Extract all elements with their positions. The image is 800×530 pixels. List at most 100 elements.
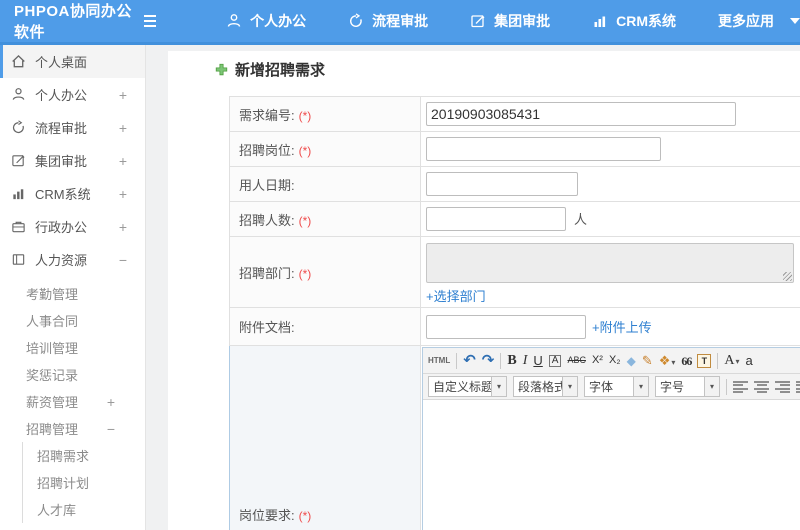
attachment-upload-link[interactable]: +附件上传 [592, 320, 652, 335]
align-right-icon[interactable] [775, 380, 790, 393]
font-style-button[interactable]: A [548, 354, 562, 367]
sidebar-item-admin-office[interactable]: 行政办公 + [0, 210, 145, 243]
format-brush-icon[interactable]: ✎ [642, 354, 653, 367]
sidebar-item-attendance-mgmt[interactable]: 考勤管理 [0, 280, 145, 307]
align-left-icon[interactable] [733, 380, 748, 393]
sidebar-item-training-mgmt[interactable]: 培训管理 [0, 334, 145, 361]
recruit-position-input[interactable] [426, 137, 661, 161]
caret-down-icon: ▾ [735, 356, 740, 366]
sidebar-item-reward-punishment[interactable]: 奖惩记录 [0, 361, 145, 388]
sidebar-item-recruit-demand[interactable]: 招聘需求 [23, 442, 145, 469]
sidebar-item-personal-desktop[interactable]: 个人桌面 [0, 45, 145, 78]
sidebar-item-recruit-mgmt[interactable]: 招聘管理 − [0, 415, 145, 442]
editor-toolbar-row2: 自定义标题 ▾ 段落格式 ▾ 字体 ▾ 字号 ▾ [423, 374, 800, 400]
edit-icon [471, 15, 485, 28]
sidebar-item-label: 薪资管理 [26, 395, 79, 410]
attachment-input[interactable] [426, 314, 586, 339]
bold-button[interactable]: B [507, 353, 516, 368]
blockquote-button[interactable]: 66 [681, 355, 692, 367]
table-row: 招聘部门: (*) +选择部门 [229, 236, 800, 308]
expand-plus-icon[interactable]: + [119, 219, 127, 235]
custom-heading-select[interactable]: 自定义标题 ▾ [428, 376, 507, 397]
table-row: 招聘人数: (*) 人 [229, 201, 800, 237]
department-textarea[interactable] [426, 243, 794, 283]
font-color-button[interactable]: A▾ [724, 353, 740, 368]
paragraph-format-select[interactable]: 段落格式 ▾ [513, 376, 578, 397]
nav-workflow-approval[interactable]: 流程审批 [348, 11, 428, 31]
sidebar-item-label: CRM系统 [35, 187, 91, 202]
toolbar-separator [500, 352, 502, 369]
bar-chart-icon [594, 16, 606, 27]
nav-label: 个人办公 [250, 13, 307, 29]
subscript-button[interactable]: X₂ [609, 355, 621, 366]
sidebar-item-personal-office[interactable]: 个人办公 + [0, 78, 145, 111]
sidebar-item-human-resources[interactable]: 人力资源 − [0, 243, 145, 276]
expand-plus-icon[interactable]: + [119, 153, 127, 169]
user-icon [227, 14, 241, 27]
nav-personal-office[interactable]: 个人办公 [226, 11, 306, 31]
redo-icon[interactable]: ↷ [482, 353, 495, 368]
sidebar-item-label: 个人办公 [35, 88, 88, 103]
select-value: 自定义标题 [433, 380, 491, 394]
paste-icon[interactable]: T [697, 353, 712, 368]
nav-group-approval[interactable]: 集团审批 [470, 11, 550, 31]
select-value: 字体 [589, 380, 614, 394]
nav-label: 更多应用 [718, 13, 774, 29]
palette-glyph: ❖ [658, 353, 671, 368]
recruit-count-input[interactable] [426, 207, 566, 231]
underline-button[interactable]: U [533, 354, 542, 367]
hamburger-menu-icon[interactable] [144, 15, 157, 27]
bg-color-button[interactable]: a [746, 354, 753, 367]
select-department-link[interactable]: +选择部门 [426, 286, 486, 305]
required-mark: (*) [298, 508, 312, 523]
resize-grip-icon[interactable] [783, 272, 792, 281]
collapse-minus-icon[interactable]: − [119, 252, 127, 268]
demand-number-input[interactable] [426, 102, 736, 126]
sidebar-item-workflow-approval[interactable]: 流程审批 + [0, 111, 145, 144]
workflow-icon [350, 13, 362, 27]
nav-crm-system[interactable]: CRM系统 [592, 11, 676, 31]
select-value: 字号 [660, 380, 685, 394]
sidebar-item-salary-mgmt[interactable]: 薪资管理 + [0, 388, 145, 415]
superscript-button[interactable]: X² [592, 355, 603, 366]
collapse-minus-icon[interactable]: − [107, 421, 115, 437]
employ-date-input[interactable] [426, 172, 578, 196]
italic-button[interactable]: I [523, 353, 528, 368]
top-bar: PHPOA协同办公软件 个人办公 流程审批 集团审批 CRM系统 更多应用 [0, 0, 800, 45]
caret-down-icon[interactable] [790, 18, 800, 24]
align-justify-icon[interactable] [796, 380, 800, 393]
eraser-icon[interactable]: ◆ [627, 355, 636, 367]
font-size-select[interactable]: 字号 ▾ [655, 376, 720, 397]
top-nav: 个人办公 流程审批 集团审批 CRM系统 更多应用 [192, 11, 800, 31]
field-label: 岗位要求: [239, 507, 295, 523]
undo-icon[interactable]: ↶ [463, 353, 476, 368]
table-row: 岗位要求: (*) HTML ↶ ↷ B I U A ABC X² X₂ ◆ ✎… [229, 345, 800, 530]
sidebar-item-group-approval[interactable]: 集团审批 + [0, 144, 145, 177]
content-card: 新增招聘需求 需求编号:(*) 招聘岗位:(*) 用人日期: 招聘人数:(*) … [168, 51, 800, 530]
required-mark: (*) [298, 108, 312, 123]
app-logo: PHPOA协同办公软件 [14, 3, 132, 41]
font-family-select[interactable]: 字体 ▾ [584, 376, 649, 397]
align-center-icon[interactable] [754, 380, 769, 393]
expand-plus-icon[interactable]: + [107, 394, 115, 410]
sidebar-item-talent-pool[interactable]: 人才库 [23, 496, 145, 523]
html-source-button[interactable]: HTML [428, 356, 450, 365]
strikethrough-button[interactable]: ABC [567, 356, 586, 365]
field-label: 附件文档: [239, 320, 295, 335]
expand-plus-icon[interactable]: + [119, 87, 127, 103]
field-label: 需求编号: [239, 107, 295, 123]
table-row: 招聘岗位: (*) [229, 131, 800, 167]
briefcase-icon [12, 221, 25, 233]
sidebar-item-personnel-contract[interactable]: 人事合同 [0, 307, 145, 334]
palette-icon[interactable]: ❖▾ [659, 354, 676, 367]
expand-plus-icon[interactable]: + [119, 120, 127, 136]
sidebar-item-crm-system[interactable]: CRM系统 + [0, 177, 145, 210]
editor-content-area[interactable] [423, 400, 800, 530]
toolbar-separator [456, 352, 458, 369]
nav-more-apps[interactable]: 更多应用 [718, 11, 774, 31]
sidebar-item-recruit-plan[interactable]: 招聘计划 [23, 469, 145, 496]
nav-label: 集团审批 [494, 13, 551, 29]
sidebar: 个人桌面 个人办公 + 流程审批 + 集团审批 + CRM系统 + 行政办公 +… [0, 45, 146, 530]
expand-plus-icon[interactable]: + [119, 186, 127, 202]
unit-suffix: 人 [574, 212, 588, 227]
